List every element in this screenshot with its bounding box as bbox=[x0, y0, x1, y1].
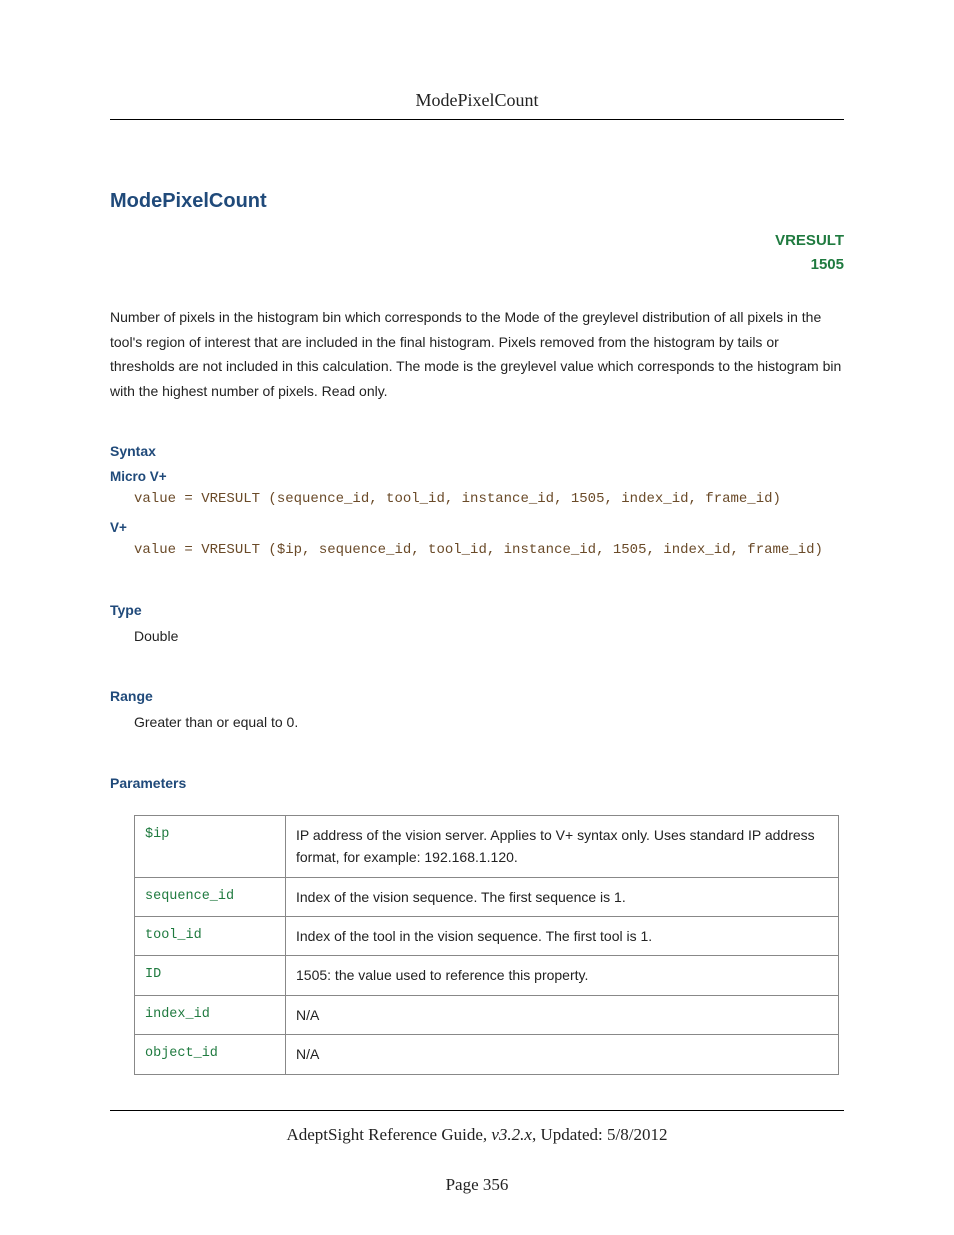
running-head: ModePixelCount bbox=[110, 90, 844, 120]
document-page: ModePixelCount ModePixelCount VRESULT 15… bbox=[0, 0, 954, 1235]
footer-version: v3.2.x bbox=[491, 1125, 532, 1144]
parameters-table: $ip IP address of the vision server. App… bbox=[134, 815, 839, 1075]
param-name: ID bbox=[135, 956, 286, 995]
type-value: Double bbox=[134, 624, 844, 649]
page-label: Page bbox=[446, 1175, 479, 1194]
page-footer: AdeptSight Reference Guide, v3.2.x, Upda… bbox=[110, 1110, 844, 1195]
param-name: $ip bbox=[135, 815, 286, 877]
table-row: object_id N/A bbox=[135, 1035, 839, 1074]
result-tag-code: 1505 bbox=[110, 253, 844, 277]
range-value: Greater than or equal to 0. bbox=[134, 710, 844, 735]
param-desc: Index of the tool in the vision sequence… bbox=[286, 916, 839, 955]
parameters-heading: Parameters bbox=[110, 775, 844, 791]
description-text: Number of pixels in the histogram bin wh… bbox=[110, 305, 844, 403]
table-row: tool_id Index of the tool in the vision … bbox=[135, 916, 839, 955]
footer-updated-date: 5/8/2012 bbox=[607, 1125, 667, 1144]
type-heading: Type bbox=[110, 602, 844, 618]
footer-updated-label: Updated: bbox=[540, 1125, 602, 1144]
param-desc: N/A bbox=[286, 995, 839, 1034]
param-name: index_id bbox=[135, 995, 286, 1034]
result-tag: VRESULT 1505 bbox=[110, 229, 844, 277]
page-title: ModePixelCount bbox=[110, 190, 844, 213]
table-row: $ip IP address of the vision server. App… bbox=[135, 815, 839, 877]
result-tag-label: VRESULT bbox=[110, 229, 844, 253]
param-desc: Index of the vision sequence. The first … bbox=[286, 877, 839, 916]
param-name: sequence_id bbox=[135, 877, 286, 916]
vplus-code: value = VRESULT ($ip, sequence_id, tool_… bbox=[134, 539, 844, 561]
table-row: sequence_id Index of the vision sequence… bbox=[135, 877, 839, 916]
vplus-label: V+ bbox=[110, 520, 844, 535]
param-desc: 1505: the value used to reference this p… bbox=[286, 956, 839, 995]
micro-vplus-code: value = VRESULT (sequence_id, tool_id, i… bbox=[134, 488, 844, 510]
range-heading: Range bbox=[110, 688, 844, 704]
title-row: ModePixelCount bbox=[110, 190, 844, 213]
footer-guide: AdeptSight Reference Guide bbox=[286, 1125, 482, 1144]
param-desc: IP address of the vision server. Applies… bbox=[286, 815, 839, 877]
table-row: ID 1505: the value used to reference thi… bbox=[135, 956, 839, 995]
table-row: index_id N/A bbox=[135, 995, 839, 1034]
param-name: tool_id bbox=[135, 916, 286, 955]
syntax-heading: Syntax bbox=[110, 443, 844, 459]
page-number: Page 356 bbox=[110, 1175, 844, 1195]
param-desc: N/A bbox=[286, 1035, 839, 1074]
micro-vplus-label: Micro V+ bbox=[110, 469, 844, 484]
param-name: object_id bbox=[135, 1035, 286, 1074]
page-number-value: 356 bbox=[483, 1175, 509, 1194]
